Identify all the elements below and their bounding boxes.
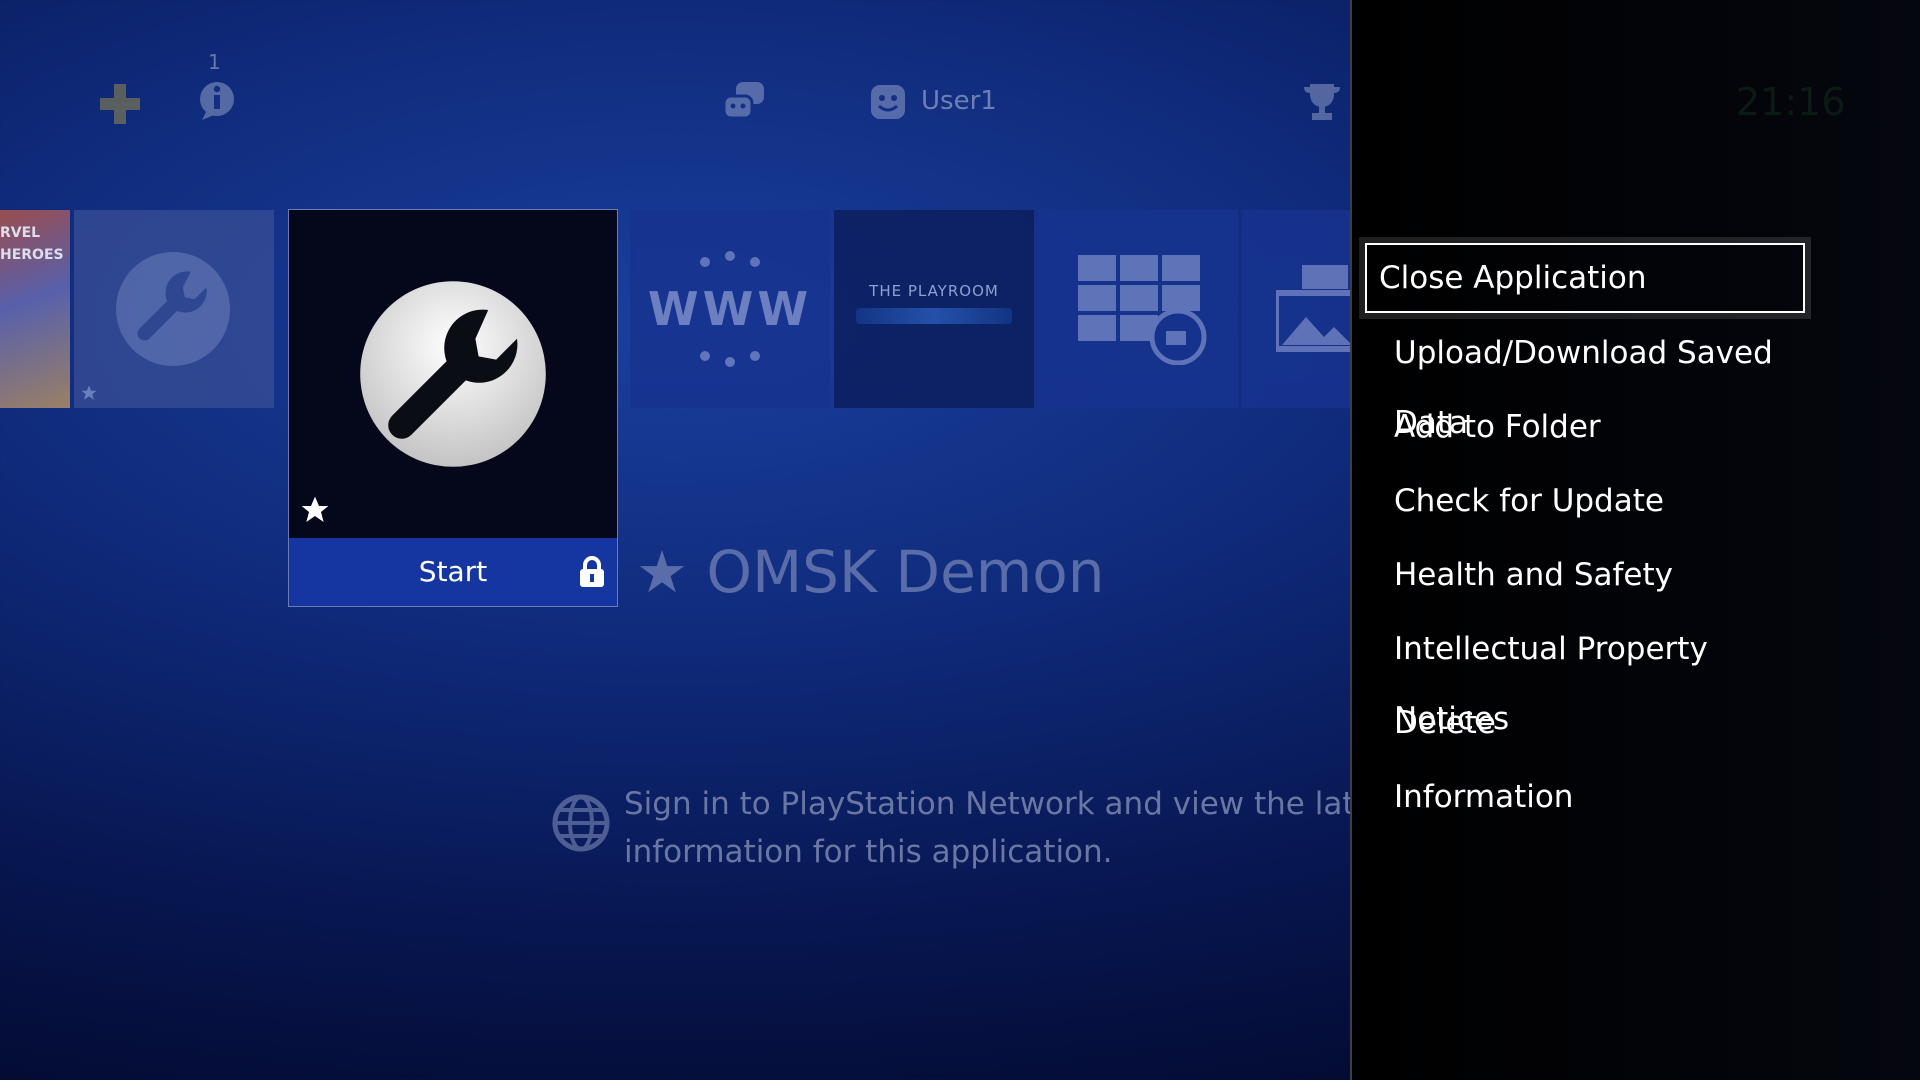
tile-playroom[interactable]: THE PLAYROOM <box>834 210 1034 408</box>
wrench-icon <box>360 281 546 467</box>
clock: 21:16 <box>1736 80 1846 124</box>
favorite-star-icon <box>301 496 329 522</box>
ps-plus-icon[interactable] <box>98 82 142 126</box>
wrench-icon <box>115 251 231 367</box>
tile-selected[interactable]: Start <box>288 209 618 607</box>
www-label: WWW <box>647 282 813 336</box>
user-name[interactable]: User1 <box>921 86 997 116</box>
notification-count: 1 <box>208 50 221 74</box>
menu-health-and-safety[interactable]: Health and Safety <box>1380 540 1820 610</box>
favorite-star-icon <box>81 385 97 400</box>
start-label: Start <box>418 555 488 588</box>
notifications-icon[interactable] <box>196 80 238 122</box>
tile-live[interactable] <box>1038 210 1238 408</box>
menu-intellectual-property-notices[interactable]: Intellectual Property Notices <box>1380 614 1820 737</box>
options-menu-panel: 21:16 Close Application Upload/Download … <box>1350 0 1920 1080</box>
start-bar[interactable]: Start <box>289 538 617 606</box>
lock-icon <box>580 556 604 587</box>
info-line-2: information for this application. <box>624 834 1113 870</box>
playroom-label: THE PLAYROOM <box>869 282 999 300</box>
menu-upload-download-saved-data[interactable]: Upload/Download Saved Data <box>1380 318 1820 441</box>
menu-close-application[interactable]: Close Application <box>1365 243 1805 313</box>
tile-marvel[interactable]: RVEL HEROES <box>0 210 70 408</box>
trophy-icon[interactable] <box>1302 82 1342 122</box>
profile-icon[interactable] <box>870 84 906 120</box>
menu-information[interactable]: Information <box>1380 762 1820 832</box>
tile-capture-gallery[interactable] <box>1242 210 1350 408</box>
gallery-icon <box>1276 265 1350 352</box>
tile-tool[interactable] <box>74 210 274 408</box>
tile-internet-browser[interactable]: WWW <box>630 210 830 408</box>
menu-add-to-folder[interactable]: Add to Folder <box>1380 392 1820 462</box>
info-line-1: Sign in to PlayStation Network and view … <box>624 786 1402 822</box>
selected-app-title: ★ OMSK Demon <box>636 538 1105 606</box>
live-broadcast-icon <box>1078 255 1207 365</box>
menu-delete[interactable]: Delete <box>1380 688 1820 758</box>
marvel-tile-label: RVEL HEROES <box>0 225 64 263</box>
friends-icon[interactable] <box>722 80 766 122</box>
menu-check-for-update[interactable]: Check for Update <box>1380 466 1820 536</box>
globe-icon <box>552 794 610 852</box>
